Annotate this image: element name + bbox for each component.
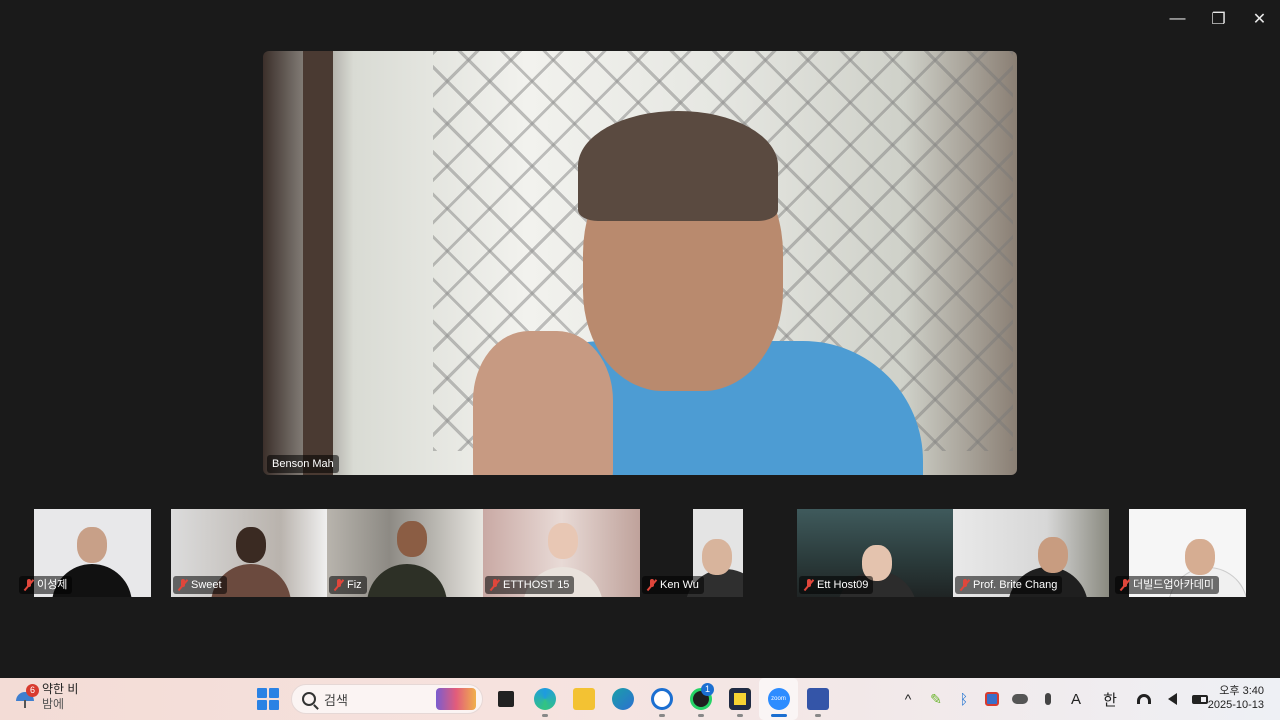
mic-muted-icon xyxy=(647,579,657,591)
weather-subtitle: 밤에 xyxy=(42,697,65,711)
clock-date: 2025-10-13 xyxy=(1207,699,1264,711)
weather-badge: 6 xyxy=(26,684,39,697)
window-controls: — ❐ ✕ xyxy=(1157,0,1280,38)
edge-icon xyxy=(533,688,556,710)
edge-button[interactable] xyxy=(525,678,564,720)
mic-muted-icon xyxy=(1120,579,1130,591)
sticky-notes-icon xyxy=(728,688,751,710)
search-icon xyxy=(302,692,316,706)
participant-tile[interactable]: Fiz xyxy=(327,509,483,597)
mic-muted-icon xyxy=(960,579,970,591)
mic-muted-icon xyxy=(24,579,34,591)
zoom-button[interactable]: zoom xyxy=(759,678,798,720)
participant-tile[interactable]: 이성제 xyxy=(17,509,151,597)
close-button[interactable]: ✕ xyxy=(1239,0,1280,38)
bluetooth-icon[interactable]: ᛒ xyxy=(950,678,978,720)
speaker-name-tag: Benson Mah xyxy=(267,455,339,473)
taskbar-clock[interactable]: 오후 3:40 2025-10-13 xyxy=(1208,684,1264,712)
participant-name-tag: Ett Host09 xyxy=(799,576,874,594)
whiteboard-button[interactable] xyxy=(798,678,837,720)
ime-language-indicator[interactable]: 한 xyxy=(1090,678,1130,720)
participant-tile[interactable]: Sweet xyxy=(171,509,327,597)
participant-tile[interactable]: Ken Wu xyxy=(640,509,743,597)
participant-name-tag: 더빌드업아카데미 xyxy=(1115,576,1219,594)
participant-name-tag: ETTHOST 15 xyxy=(485,576,575,594)
sticky-notes-button[interactable] xyxy=(720,678,759,720)
whatsapp-badge: 1 xyxy=(701,683,714,696)
participant-name-tag: Sweet xyxy=(173,576,227,594)
mic-muted-icon xyxy=(334,579,344,591)
file-explorer-button[interactable] xyxy=(564,678,603,720)
umbrella-icon: 6 xyxy=(14,684,39,708)
taskbar: 6 약한 비 밤에 검색 1 zoom ^ ✎ ᛒ A 한 오후 3:40 20… xyxy=(0,678,1280,720)
speaker-figure xyxy=(463,81,943,475)
file-explorer-icon xyxy=(572,688,595,710)
task-view-icon xyxy=(497,691,514,707)
microphone-icon[interactable] xyxy=(1034,678,1062,720)
participant-tile[interactable]: ETTHOST 15 xyxy=(483,509,640,597)
mic-muted-icon xyxy=(178,579,188,591)
participant-gallery: 이성제 Sweet Fiz ETTHOST 15 Ken Wu Ett Host… xyxy=(0,509,1280,597)
windows-logo-icon xyxy=(257,688,267,698)
wifi-icon[interactable] xyxy=(1130,678,1158,720)
participant-name-tag: 이성제 xyxy=(19,576,73,594)
chevron-up-icon[interactable]: ^ xyxy=(894,678,922,720)
volume-icon[interactable] xyxy=(1158,678,1186,720)
background-window-frame xyxy=(303,51,333,475)
participant-name-tag: Ken Wu xyxy=(642,576,704,594)
search-placeholder: 검색 xyxy=(324,692,348,708)
participant-tile[interactable]: 더빌드업아카데미 xyxy=(1113,509,1246,597)
security-icon[interactable] xyxy=(978,678,1006,720)
minimize-button[interactable]: — xyxy=(1157,0,1198,38)
screenshot-tool-icon xyxy=(650,688,673,710)
mic-muted-icon xyxy=(804,579,814,591)
participant-tile[interactable]: Ett Host09 xyxy=(797,509,953,597)
participant-name-tag: Fiz xyxy=(329,576,367,594)
search-highlight-icon xyxy=(436,688,476,710)
clock-time: 오후 3:40 xyxy=(1219,685,1264,697)
copilot-button[interactable] xyxy=(603,678,642,720)
screenshot-tool-button[interactable] xyxy=(642,678,681,720)
ime-mode-indicator[interactable]: A xyxy=(1062,678,1090,720)
zoom-icon: zoom xyxy=(767,688,790,710)
copilot-icon xyxy=(611,688,634,710)
start-button[interactable] xyxy=(257,688,279,710)
pen-icon[interactable]: ✎ xyxy=(922,678,950,720)
system-tray: ^ ✎ ᛒ A 한 xyxy=(894,678,1214,720)
participant-tile[interactable]: Prof. Brite Chang xyxy=(953,509,1109,597)
taskbar-apps: 1 zoom xyxy=(486,678,837,720)
participant-name-tag: Prof. Brite Chang xyxy=(955,576,1063,594)
mic-muted-icon xyxy=(490,579,500,591)
cloud-sync-icon[interactable] xyxy=(1006,678,1034,720)
weather-widget[interactable]: 6 약한 비 밤에 xyxy=(14,682,78,712)
restore-button[interactable]: ❐ xyxy=(1198,0,1239,38)
search-box[interactable]: 검색 xyxy=(291,684,483,714)
whiteboard-icon xyxy=(806,688,829,710)
active-speaker-video[interactable]: Benson Mah xyxy=(263,51,1017,475)
whatsapp-button[interactable]: 1 xyxy=(681,678,720,720)
weather-condition: 약한 비 xyxy=(42,682,79,696)
task-view-button[interactable] xyxy=(486,678,525,720)
